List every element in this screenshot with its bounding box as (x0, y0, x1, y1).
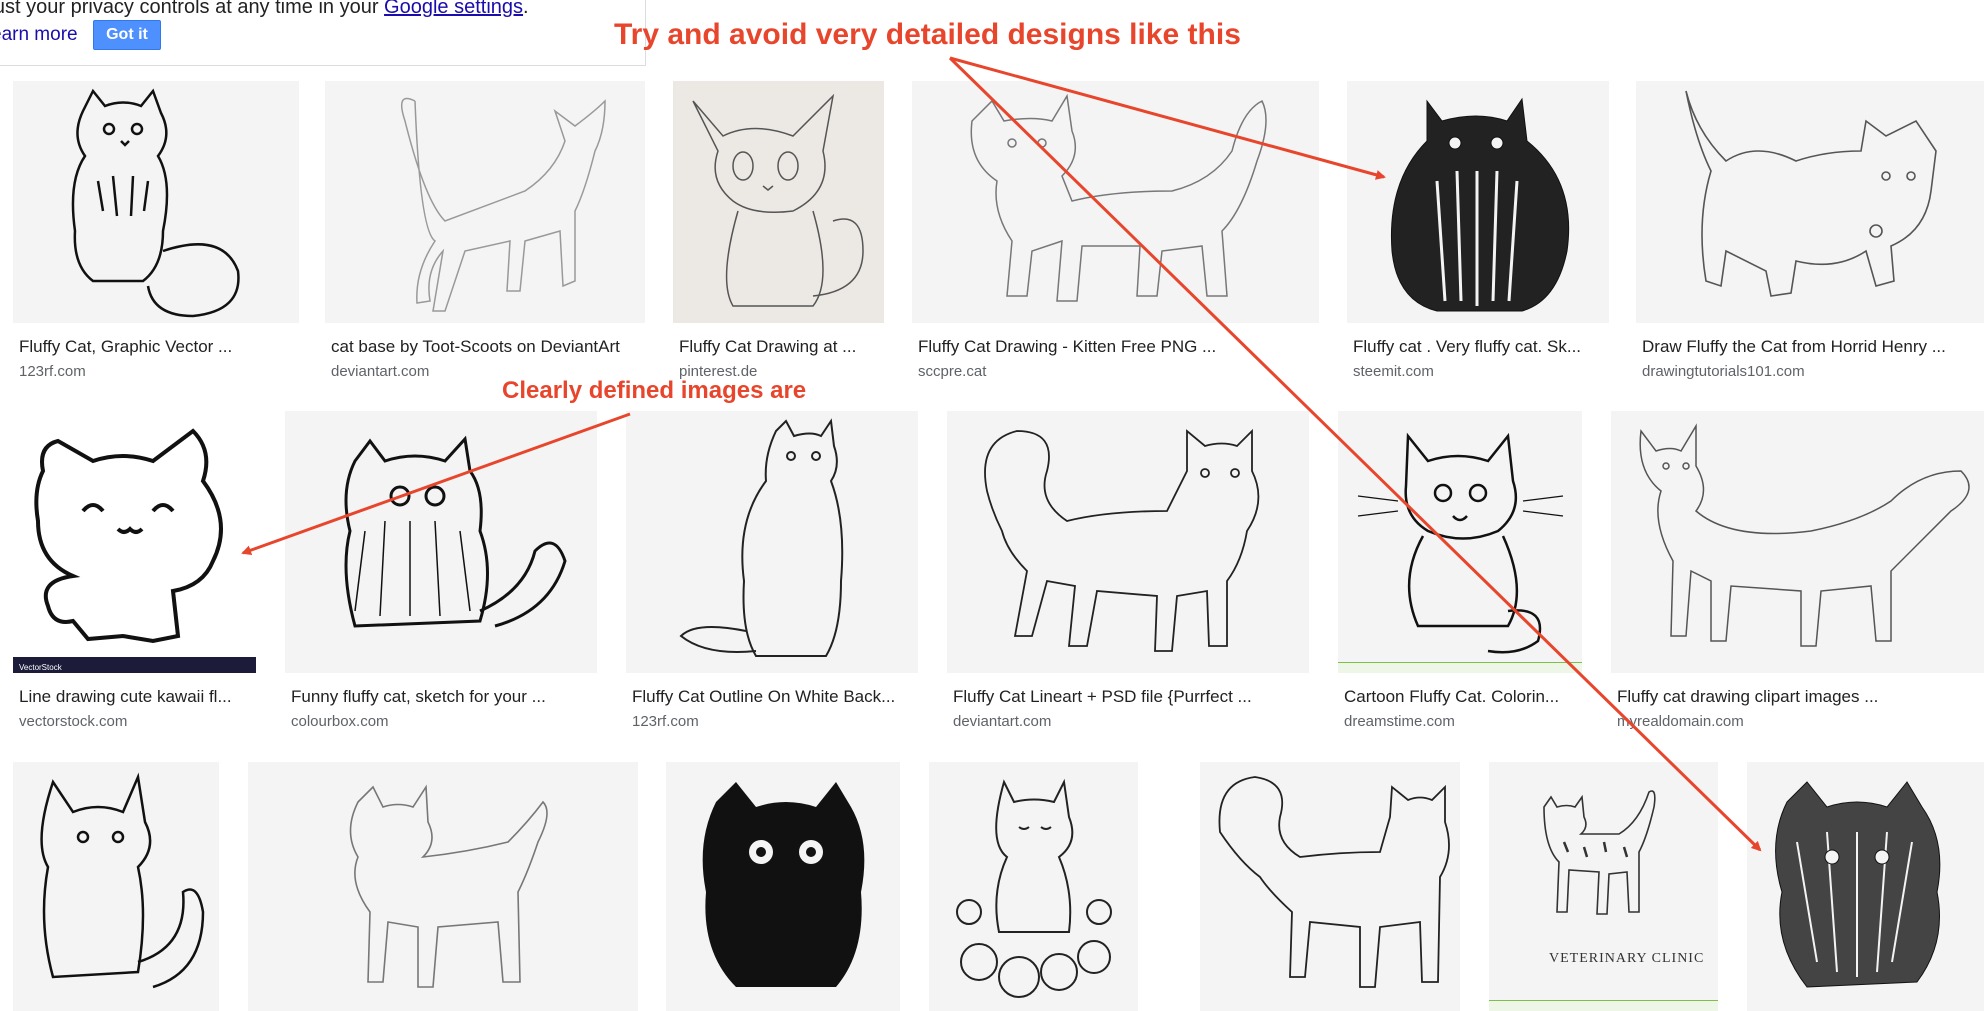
result-thumbnail[interactable]: VectorStock (13, 411, 256, 673)
result-thumbnail[interactable] (285, 411, 597, 673)
result-thumbnail[interactable] (248, 762, 638, 1011)
result-source[interactable]: dreamstime.com (1344, 713, 1455, 730)
result-title[interactable]: Draw Fluffy the Cat from Horrid Henry ..… (1642, 337, 1984, 357)
privacy-text: ljust your privacy controls at any time … (0, 0, 529, 19)
result-source[interactable]: steemit.com (1353, 363, 1434, 380)
got-it-button[interactable]: Got it (93, 20, 161, 50)
result-source[interactable]: 123rf.com (632, 713, 699, 730)
result-title[interactable]: Fluffy Cat Drawing - Kitten Free PNG ... (918, 337, 1319, 357)
annotation-clearly-defined: Clearly defined images are (502, 377, 807, 404)
dreamstime-watermark (1338, 662, 1582, 673)
result-source[interactable]: sccpre.cat (918, 363, 986, 380)
result-thumbnail[interactable] (947, 411, 1309, 673)
result-thumbnail[interactable] (325, 81, 645, 323)
result-title[interactable]: Fluffy Cat Lineart + PSD file {Purrfect … (953, 687, 1309, 707)
result-source[interactable]: deviantart.com (331, 363, 429, 380)
privacy-banner: ljust your privacy controls at any time … (0, 0, 646, 66)
result-thumbnail[interactable] (13, 762, 219, 1011)
result-thumbnail[interactable] (929, 762, 1138, 1011)
result-thumbnail[interactable] (666, 762, 900, 1011)
result-source[interactable]: deviantart.com (953, 713, 1051, 730)
cat-drawing-image (1775, 781, 1941, 988)
cat-drawing-image (984, 428, 1260, 652)
result-thumbnail[interactable] (912, 81, 1319, 323)
annotation-avoid-detailed: Try and avoid very detailed designs like… (614, 18, 1241, 51)
result-title[interactable]: Fluffy cat drawing clipart images ... (1617, 687, 1984, 707)
result-title[interactable]: Fluffy cat . Very fluffy cat. Sk... (1353, 337, 1609, 357)
result-source[interactable]: myrealdomain.com (1617, 713, 1744, 730)
result-thumbnail[interactable]: VETERINARY CLINIC (1489, 762, 1718, 1011)
cat-drawing-image (702, 782, 865, 987)
cat-drawing-image (1639, 423, 1970, 647)
result-title[interactable]: Funny fluffy cat, sketch for your ... (291, 687, 597, 707)
learn-more-link[interactable]: earn more (0, 24, 78, 46)
cat-drawing-image (1685, 90, 1937, 297)
result-source[interactable]: 123rf.com (19, 363, 86, 380)
cat-drawing-image (692, 93, 864, 307)
google-settings-link[interactable]: Google settings (384, 0, 523, 18)
result-title[interactable]: Fluffy Cat Drawing at ... (679, 337, 884, 357)
cat-drawing-image (1218, 776, 1450, 988)
privacy-period: . (523, 0, 529, 18)
result-thumbnail[interactable] (1338, 411, 1582, 673)
result-thumbnail[interactable] (1636, 81, 1984, 323)
result-source[interactable]: drawingtutorials101.com (1642, 363, 1805, 380)
cat-drawing-image (34, 428, 223, 644)
result-title[interactable]: Cartoon Fluffy Cat. Colorin... (1344, 687, 1582, 707)
cat-drawing-image (71, 88, 240, 318)
privacy-message: ljust your privacy controls at any time … (0, 0, 385, 18)
cat-drawing-image (1357, 432, 1564, 654)
cat-drawing-image (349, 784, 548, 988)
result-source[interactable]: vectorstock.com (19, 713, 127, 730)
cat-drawing-image (400, 97, 606, 312)
result-thumbnail[interactable] (13, 81, 299, 323)
result-thumbnail[interactable] (673, 81, 884, 323)
cat-drawing-image (970, 93, 1267, 302)
vectorstock-watermark: VectorStock (13, 657, 256, 673)
dreamstime-watermark (1489, 1000, 1718, 1011)
clinic-text: VETERINARY CLINIC (1549, 951, 1704, 966)
result-source[interactable]: colourbox.com (291, 713, 389, 730)
result-title[interactable]: Line drawing cute kawaii fl... (19, 687, 256, 707)
cat-drawing-image (679, 418, 844, 657)
result-title[interactable]: Fluffy Cat, Graphic Vector ... (19, 337, 299, 357)
result-title[interactable]: Fluffy Cat Outline On White Back... (632, 687, 918, 707)
result-thumbnail[interactable] (1611, 411, 1984, 673)
result-thumbnail[interactable] (1200, 762, 1460, 1011)
result-thumbnail[interactable] (626, 411, 918, 673)
result-title[interactable]: cat base by Toot-Scoots on DeviantArt (331, 337, 645, 357)
cat-drawing-image (1390, 97, 1570, 312)
result-thumbnail[interactable] (1347, 81, 1609, 323)
cat-drawing-image (40, 772, 205, 989)
result-thumbnail[interactable] (1747, 762, 1984, 1011)
cat-drawing-image: VETERINARY CLINIC (1543, 790, 1704, 966)
cat-drawing-image (956, 778, 1112, 998)
cat-drawing-image (344, 435, 567, 628)
vectorstock-text: VectorStock (19, 663, 62, 672)
